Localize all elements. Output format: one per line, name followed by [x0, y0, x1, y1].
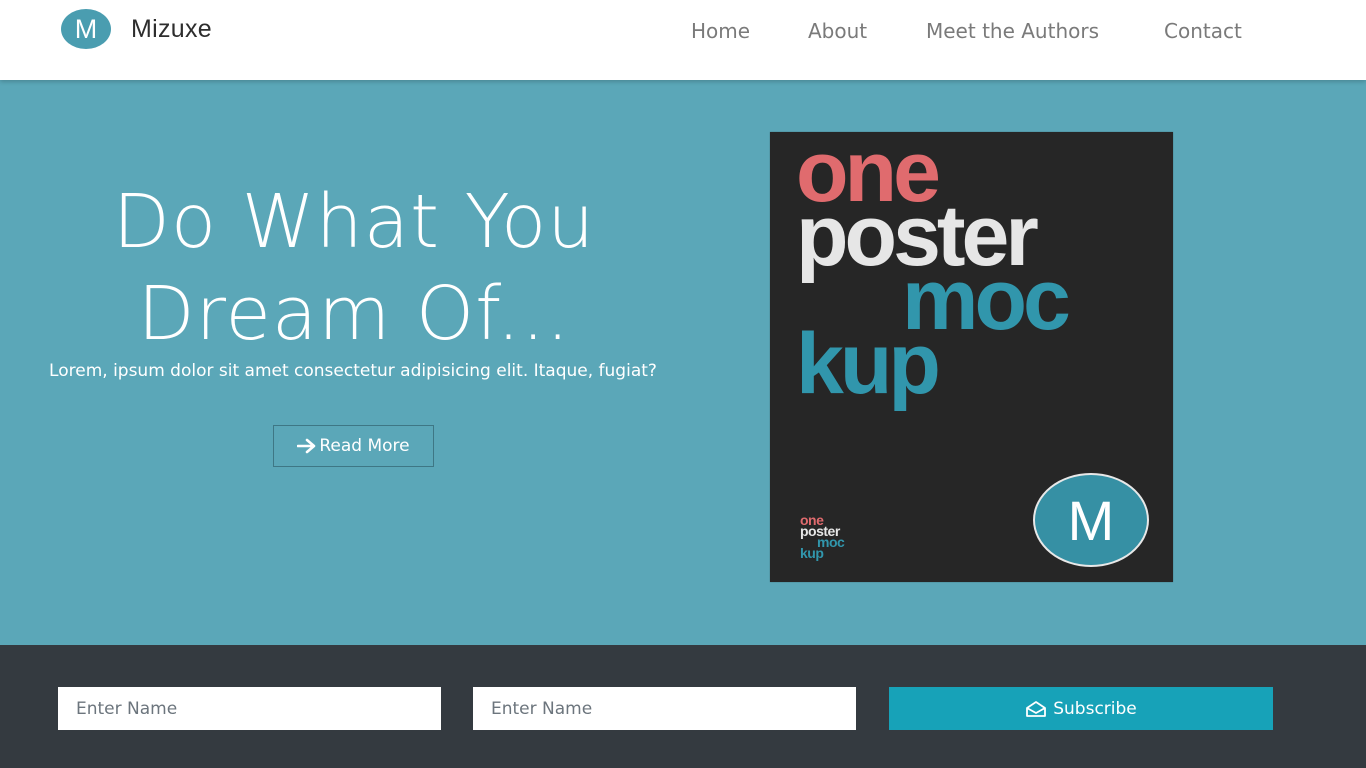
- nav-link-meet-the-authors[interactable]: Meet the Authors: [926, 19, 1099, 43]
- nav-link-about[interactable]: About: [808, 19, 867, 43]
- nav-link-contact[interactable]: Contact: [1164, 19, 1242, 43]
- nav-links: Home About Meet the Authors Contact: [0, 19, 1366, 45]
- poster-m-logo-icon: M: [1033, 473, 1149, 567]
- hero-title: Do What You Dream Of...: [34, 176, 674, 360]
- poster-image: one poster moc kup one poster moc kup M: [770, 132, 1173, 582]
- envelope-open-icon: [1026, 700, 1047, 717]
- subscribe-button[interactable]: Subscribe: [889, 687, 1273, 730]
- name-input-1[interactable]: [58, 687, 441, 730]
- subscribe-label: Subscribe: [1053, 698, 1137, 719]
- poster-headline: one poster moc kup: [796, 132, 1071, 407]
- read-more-button[interactable]: Read More: [273, 425, 434, 467]
- name-input-2[interactable]: [473, 687, 856, 730]
- arrow-right-icon: [297, 438, 316, 454]
- navbar: M Mizuxe Home About Meet the Authors Con…: [0, 0, 1366, 80]
- hero-section: Do What You Dream Of... Lorem, ipsum dol…: [0, 80, 1366, 645]
- hero-subtitle: Lorem, ipsum dolor sit amet consectetur …: [49, 361, 657, 381]
- hero-title-line-2: Dream Of...: [137, 271, 571, 357]
- poster-small-logo-text: one poster moc kup: [800, 513, 845, 560]
- nav-link-home[interactable]: Home: [691, 19, 750, 43]
- subscribe-section: Subscribe: [0, 645, 1366, 768]
- hero-title-line-1: Do What You: [112, 179, 596, 265]
- read-more-label: Read More: [319, 436, 410, 456]
